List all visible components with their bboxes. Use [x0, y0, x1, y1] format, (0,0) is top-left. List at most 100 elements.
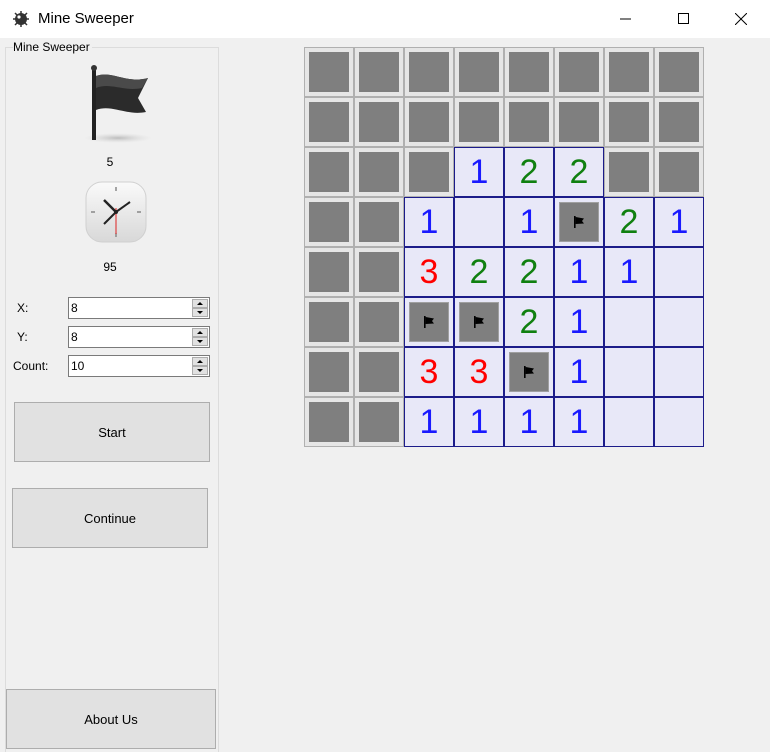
hidden-cell[interactable] — [554, 47, 604, 97]
hidden-cell[interactable] — [454, 47, 504, 97]
empty-cell[interactable] — [654, 347, 704, 397]
empty-cell[interactable] — [604, 297, 654, 347]
y-input[interactable] — [71, 329, 189, 345]
y-label: Y: — [17, 330, 28, 344]
cell-number: 1 — [469, 152, 489, 191]
hidden-cell[interactable] — [654, 147, 704, 197]
number-cell[interactable]: 3 — [404, 347, 454, 397]
flagged-cell[interactable] — [404, 297, 454, 347]
close-button[interactable] — [712, 0, 770, 38]
number-cell[interactable]: 2 — [504, 247, 554, 297]
hidden-cell[interactable] — [304, 47, 354, 97]
empty-cell[interactable] — [604, 397, 654, 447]
hidden-cell[interactable] — [304, 297, 354, 347]
hidden-cell[interactable] — [604, 97, 654, 147]
number-cell[interactable]: 1 — [454, 397, 504, 447]
count-increment-button[interactable] — [192, 357, 208, 366]
hidden-cell[interactable] — [354, 297, 404, 347]
continue-button[interactable]: Continue — [12, 488, 208, 548]
hidden-cell[interactable] — [404, 47, 454, 97]
number-cell[interactable]: 2 — [504, 297, 554, 347]
x-input[interactable] — [71, 300, 189, 316]
cell-cover — [309, 402, 349, 442]
count-input[interactable] — [71, 358, 189, 374]
number-cell[interactable]: 1 — [404, 197, 454, 247]
number-cell[interactable]: 1 — [554, 247, 604, 297]
hidden-cell[interactable] — [604, 147, 654, 197]
cell-number: 1 — [419, 402, 439, 441]
number-cell[interactable]: 1 — [554, 347, 604, 397]
hidden-cell[interactable] — [304, 247, 354, 297]
number-cell[interactable]: 3 — [404, 247, 454, 297]
start-button[interactable]: Start — [14, 402, 210, 462]
minimize-button[interactable] — [597, 0, 655, 38]
number-cell[interactable]: 1 — [554, 297, 604, 347]
hidden-cell[interactable] — [454, 97, 504, 147]
number-cell[interactable]: 1 — [504, 397, 554, 447]
y-decrement-button[interactable] — [192, 337, 208, 346]
hidden-cell[interactable] — [354, 197, 404, 247]
count-stepper[interactable] — [68, 355, 210, 377]
number-cell[interactable]: 2 — [554, 147, 604, 197]
hidden-cell[interactable] — [304, 147, 354, 197]
flagged-cell[interactable] — [454, 297, 504, 347]
x-increment-button[interactable] — [192, 299, 208, 308]
number-cell[interactable]: 1 — [654, 197, 704, 247]
count-decrement-button[interactable] — [192, 366, 208, 375]
hidden-cell[interactable] — [304, 347, 354, 397]
y-stepper[interactable] — [68, 326, 210, 348]
hidden-cell[interactable] — [354, 47, 404, 97]
empty-cell[interactable] — [604, 347, 654, 397]
groupbox-title: Mine Sweeper — [13, 40, 92, 54]
hidden-cell[interactable] — [504, 97, 554, 147]
hidden-cell[interactable] — [354, 397, 404, 447]
number-cell[interactable]: 1 — [454, 147, 504, 197]
cell-cover — [359, 302, 399, 342]
x-stepper[interactable] — [68, 297, 210, 319]
number-cell[interactable]: 3 — [454, 347, 504, 397]
count-label: Count: — [13, 359, 49, 373]
flag-icon — [80, 62, 156, 151]
about-us-button[interactable]: About Us — [6, 689, 216, 749]
flagged-cell[interactable] — [554, 197, 604, 247]
maximize-button[interactable] — [655, 0, 713, 38]
cell-cover — [609, 52, 649, 92]
cell-cover — [659, 102, 699, 142]
hidden-cell[interactable] — [354, 347, 404, 397]
hidden-cell[interactable] — [354, 247, 404, 297]
number-cell[interactable]: 1 — [554, 397, 604, 447]
cell-cover — [659, 152, 699, 192]
hidden-cell[interactable] — [654, 47, 704, 97]
hidden-cell[interactable] — [354, 97, 404, 147]
hidden-cell[interactable] — [604, 47, 654, 97]
number-cell[interactable]: 2 — [504, 147, 554, 197]
hidden-cell[interactable] — [304, 397, 354, 447]
cell-cover — [559, 102, 599, 142]
arrow-down-icon — [197, 340, 203, 343]
empty-cell[interactable] — [654, 397, 704, 447]
hidden-cell[interactable] — [304, 97, 354, 147]
hidden-cell[interactable] — [404, 97, 454, 147]
hidden-cell[interactable] — [354, 147, 404, 197]
hidden-cell[interactable] — [554, 97, 604, 147]
cell-cover — [609, 102, 649, 142]
x-decrement-button[interactable] — [192, 308, 208, 317]
flagged-cell[interactable] — [504, 347, 554, 397]
hidden-cell[interactable] — [654, 97, 704, 147]
number-cell[interactable]: 2 — [604, 197, 654, 247]
hidden-cell[interactable] — [404, 147, 454, 197]
cell-cover — [409, 52, 449, 92]
empty-cell[interactable] — [654, 247, 704, 297]
number-cell[interactable]: 1 — [504, 197, 554, 247]
cell-cover — [309, 302, 349, 342]
cell-cover — [309, 202, 349, 242]
hidden-cell[interactable] — [504, 47, 554, 97]
empty-cell[interactable] — [454, 197, 504, 247]
empty-cell[interactable] — [654, 297, 704, 347]
groupbox-border-right — [218, 47, 219, 752]
number-cell[interactable]: 1 — [404, 397, 454, 447]
number-cell[interactable]: 1 — [604, 247, 654, 297]
number-cell[interactable]: 2 — [454, 247, 504, 297]
y-increment-button[interactable] — [192, 328, 208, 337]
hidden-cell[interactable] — [304, 197, 354, 247]
